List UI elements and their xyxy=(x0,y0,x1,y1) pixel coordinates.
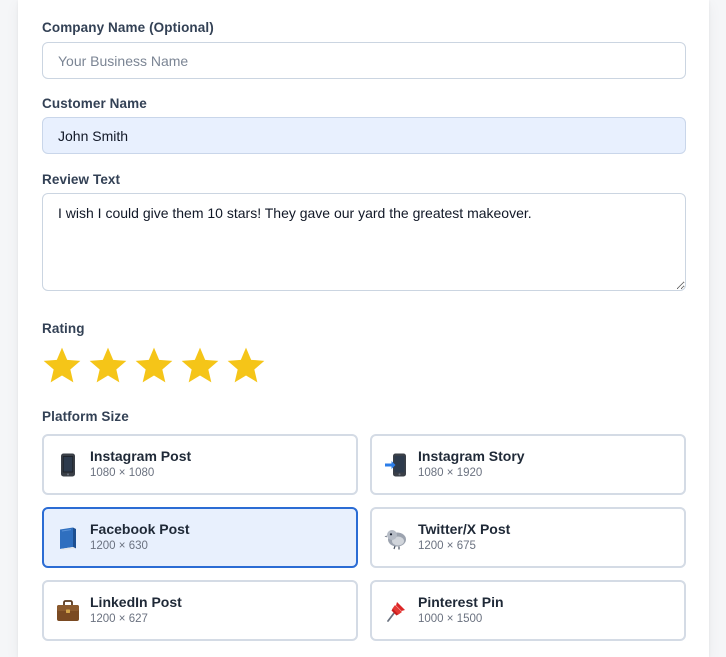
platform-option-twitter-x-post[interactable]: Twitter/X Post 1200 × 675 xyxy=(370,507,686,568)
review-text-label: Review Text xyxy=(42,172,121,187)
platform-dimensions: 1200 × 627 xyxy=(90,613,148,625)
platform-name: Instagram Post xyxy=(90,448,192,464)
platform-name: Pinterest Pin xyxy=(418,594,504,610)
star-1-icon[interactable] xyxy=(42,345,82,385)
platform-name: Facebook Post xyxy=(90,521,190,537)
platform-name: Instagram Story xyxy=(418,448,525,464)
star-5-icon[interactable] xyxy=(226,345,266,385)
platform-option-facebook-post[interactable]: Facebook Post 1200 × 630 xyxy=(42,507,358,568)
company-name-label: Company Name (Optional) xyxy=(42,20,214,35)
platform-size-label: Platform Size xyxy=(42,409,129,424)
star-3-icon[interactable] xyxy=(134,345,174,385)
platform-dimensions: 1200 × 675 xyxy=(418,540,476,552)
star-4-icon[interactable] xyxy=(180,345,220,385)
pushpin-icon xyxy=(384,599,408,623)
review-form-card: Company Name (Optional) Customer Name Re… xyxy=(18,0,709,657)
platform-dimensions: 1080 × 1920 xyxy=(418,467,483,479)
star-2-icon[interactable] xyxy=(88,345,128,385)
company-name-input[interactable] xyxy=(42,42,686,79)
platform-option-pinterest-pin[interactable]: Pinterest Pin 1000 × 1500 xyxy=(370,580,686,641)
blue-book-icon xyxy=(56,526,80,550)
review-text-textarea[interactable]: I wish I could give them 10 stars! They … xyxy=(42,193,686,291)
rating-label: Rating xyxy=(42,321,85,336)
star-rating xyxy=(42,345,266,385)
mobile-phone-icon xyxy=(56,453,80,477)
platform-size-grid: Instagram Post 1080 × 1080 Instagram Sto… xyxy=(42,434,686,641)
phone-with-arrow-icon xyxy=(384,453,408,477)
platform-option-instagram-post[interactable]: Instagram Post 1080 × 1080 xyxy=(42,434,358,495)
platform-dimensions: 1080 × 1080 xyxy=(90,467,155,479)
platform-dimensions: 1000 × 1500 xyxy=(418,613,483,625)
bird-icon xyxy=(384,526,408,550)
briefcase-icon xyxy=(56,599,80,623)
platform-option-instagram-story[interactable]: Instagram Story 1080 × 1920 xyxy=(370,434,686,495)
platform-name: Twitter/X Post xyxy=(418,521,511,537)
platform-name: LinkedIn Post xyxy=(90,594,182,610)
customer-name-label: Customer Name xyxy=(42,96,147,111)
platform-option-linkedin-post[interactable]: LinkedIn Post 1200 × 627 xyxy=(42,580,358,641)
customer-name-input[interactable] xyxy=(42,117,686,154)
platform-dimensions: 1200 × 630 xyxy=(90,540,148,552)
